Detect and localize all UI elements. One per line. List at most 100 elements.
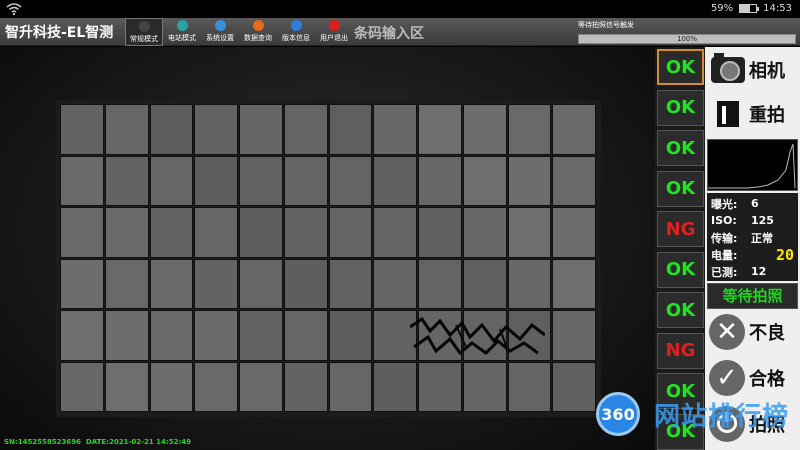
solar-cell [462, 207, 507, 258]
toolbar-button-2[interactable]: 系统设置 [201, 18, 239, 46]
info-value: 125 [751, 214, 774, 227]
toolbar-button-1[interactable]: 电站模式 [163, 18, 201, 46]
solar-cell [552, 258, 596, 309]
retake-icon [717, 101, 739, 127]
solar-cell [283, 207, 328, 258]
solar-cell [104, 207, 149, 258]
camera-info-panel: 曝光: 6 ISO: 125 传输: 正常 电量: 20 已测: 12 [707, 193, 798, 281]
solar-cell [283, 155, 328, 206]
trigger-status-text: 等待拍照信号触发 [578, 21, 634, 29]
solar-cell [418, 207, 462, 258]
solar-cell [373, 361, 417, 412]
result-badge-ok[interactable]: OK [657, 130, 704, 166]
gear-icon [214, 20, 226, 31]
toolbar-label: 常规模式 [130, 35, 158, 43]
solar-cell [507, 207, 552, 258]
solar-cell [239, 258, 283, 309]
info-person-icon [290, 20, 302, 31]
solar-cell [552, 104, 596, 155]
watermark: 360 网站排行榜 [590, 390, 800, 446]
solar-cell [552, 155, 596, 206]
toolbar-label: 数据查询 [244, 34, 272, 42]
solar-cell [239, 361, 283, 412]
watermark-text: 网站排行榜 [654, 402, 790, 432]
retake-button[interactable]: 重拍 [707, 95, 798, 133]
solar-cell [283, 258, 328, 309]
solar-cell [462, 361, 507, 412]
clock: 14:53 [763, 3, 792, 14]
capture-info: SN:1452558523696 DATE:2021-02-21 14:52:4… [4, 438, 191, 446]
info-row: 已测: 12 [711, 263, 794, 280]
solar-cell [60, 207, 104, 258]
battery-icon [739, 4, 760, 13]
solar-cell [149, 155, 194, 206]
app-title: 智升科技-EL智测 [5, 25, 114, 41]
system-status-bar: 59% 14:53 [0, 0, 800, 18]
result-badge-ng[interactable]: NG [657, 211, 704, 247]
solar-cell [104, 310, 149, 361]
retake-label: 重拍 [749, 105, 785, 126]
solar-cell [149, 104, 194, 155]
capture-date: DATE:2021-02-21 14:52:49 [85, 438, 191, 446]
crack-defect-region [410, 317, 545, 355]
result-badge-ok[interactable]: OK [657, 89, 704, 126]
toolbar-button-5[interactable]: 用户退出 [315, 18, 353, 46]
solar-cell [60, 310, 104, 361]
x-icon: ✕ [709, 314, 745, 350]
battery-percent: 59% [710, 3, 734, 14]
chart-icon [252, 20, 264, 31]
trigger-status-box: 等待拍照信号触发 100% [578, 18, 796, 46]
solar-cell [104, 361, 149, 412]
result-badge-ok[interactable]: OK [657, 251, 704, 288]
toolbar-label: 系统设置 [206, 34, 234, 42]
app-header: 智升科技-EL智测 常规模式 电站模式 系统设置 数据查询 版本信息 用户退出 条码输入区… [0, 18, 800, 46]
info-value: 正常 [751, 231, 773, 245]
camera-icon [711, 53, 745, 83]
solar-cell [328, 258, 373, 309]
result-badge-ok[interactable]: OK [657, 49, 704, 85]
solar-cell [60, 361, 104, 412]
solar-cell [373, 155, 417, 206]
progress-bar: 100% [578, 34, 796, 44]
solar-cell [149, 310, 194, 361]
solar-cell [239, 155, 283, 206]
camera-button[interactable]: 相机 [707, 51, 798, 89]
barcode-input-area[interactable]: 条码输入区 [354, 23, 424, 43]
result-badge-ok[interactable]: OK [657, 292, 704, 328]
solar-cell [552, 310, 596, 361]
reject-button[interactable]: ✕ 不良 [707, 313, 798, 351]
toolbar-button-3[interactable]: 数据查询 [239, 18, 277, 46]
solar-cell [507, 104, 552, 155]
solar-cell [239, 310, 283, 361]
toolbar-label: 版本信息 [282, 34, 310, 42]
solar-cell [373, 104, 417, 155]
toolbar-button-0[interactable]: 常规模式 [125, 18, 163, 46]
solar-cell [328, 361, 373, 412]
camera-label: 相机 [749, 61, 785, 82]
solar-cell [507, 155, 552, 206]
solar-cell [507, 258, 552, 309]
info-row: 曝光: 6 [711, 195, 794, 212]
info-row: ISO: 125 [711, 212, 794, 229]
solar-cell [418, 155, 462, 206]
solar-cell [60, 104, 104, 155]
solar-cell [373, 258, 417, 309]
result-badge-ng[interactable]: NG [657, 332, 704, 369]
result-badge-ok[interactable]: OK [657, 170, 704, 207]
info-value: 6 [751, 197, 759, 210]
solar-cell [283, 361, 328, 412]
solar-cell [418, 361, 462, 412]
progress-text: 100% [676, 35, 697, 43]
solar-cell [239, 104, 283, 155]
solar-cell [462, 104, 507, 155]
toolbar-button-4[interactable]: 版本信息 [277, 18, 315, 46]
solar-cell [60, 258, 104, 309]
info-key: 传输: [711, 231, 738, 245]
solar-cell [149, 361, 194, 412]
solar-cell [239, 207, 283, 258]
info-key: 电量: [711, 248, 738, 262]
reject-label: 不良 [749, 323, 785, 344]
el-image-viewer[interactable]: SN:1452558523696 DATE:2021-02-21 14:52:4… [0, 47, 655, 450]
wifi-icon [6, 3, 22, 16]
info-key: ISO: [711, 214, 737, 227]
